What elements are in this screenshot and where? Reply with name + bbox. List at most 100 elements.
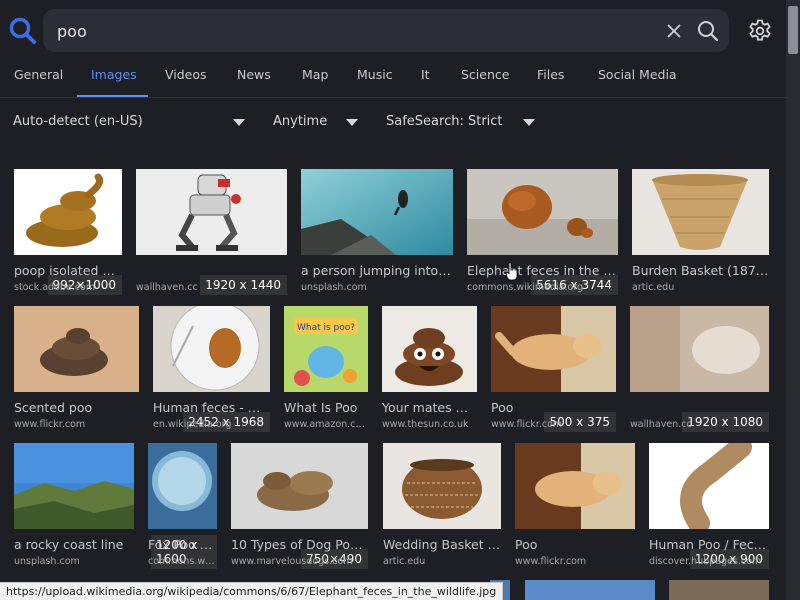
basket-image (632, 169, 769, 255)
tab-files[interactable]: Files (537, 68, 564, 96)
cat-image (515, 443, 635, 529)
image-result[interactable]: 992×1000 poop isolated on… stock.adobe.c… (14, 169, 122, 295)
tab-map[interactable]: Map (302, 68, 328, 96)
partial-thumbnail[interactable] (525, 580, 655, 600)
result-thumbnail[interactable] (231, 443, 368, 529)
result-thumbnail[interactable] (136, 169, 287, 255)
result-thumbnail[interactable] (515, 443, 635, 529)
cat-image (491, 306, 616, 392)
hand-cursor-icon (505, 262, 518, 281)
time-range-select[interactable]: Anytime (273, 114, 327, 132)
image-result[interactable]: 1920 x 1440 wallhaven.cc (136, 169, 287, 295)
result-title[interactable]: Burden Basket (1870… (632, 263, 769, 278)
search-icon[interactable] (695, 18, 721, 44)
image-result[interactable]: Scented poo www.flickr.com (14, 306, 139, 432)
result-title[interactable]: What Is Poo (284, 400, 368, 415)
result-source: commons.wikimedia.org (467, 282, 584, 293)
result-thumbnail[interactable] (14, 306, 139, 392)
result-thumbnail[interactable] (632, 169, 769, 255)
result-thumbnail[interactable] (153, 306, 270, 392)
result-title[interactable]: Human Poo / Fece… (649, 537, 769, 552)
result-thumbnail[interactable] (14, 443, 134, 529)
language-select[interactable]: Auto-detect (en-US) (13, 114, 143, 132)
result-thumbnail[interactable] (491, 306, 616, 392)
image-result[interactable]: 1920 x 1080 wallhaven.cc (630, 306, 769, 432)
human-poo-image (649, 443, 769, 529)
result-title[interactable]: a rocky coast line (14, 537, 134, 552)
result-thumbnail[interactable] (630, 306, 769, 392)
result-source: artic.edu (632, 282, 675, 293)
image-result[interactable]: 1200 x 1600 Fox Poo … commons.wik… (148, 443, 217, 569)
result-title[interactable]: Poo (515, 537, 635, 552)
tab-news[interactable]: News (237, 68, 271, 96)
book-cover-image: What is poo? (284, 306, 368, 392)
result-source: commons.wik… (148, 556, 217, 567)
chevron-down-icon[interactable] (233, 119, 245, 126)
partial-thumbnail[interactable] (669, 580, 769, 600)
tab-images[interactable]: Images (91, 68, 137, 96)
result-title[interactable]: 10 Types of Dog Poop… (231, 537, 368, 552)
result-thumbnail[interactable] (383, 443, 501, 529)
top-bar (0, 0, 786, 62)
chevron-down-icon[interactable] (346, 119, 358, 126)
gear-icon[interactable] (747, 18, 773, 44)
search-box (43, 9, 729, 52)
close-icon[interactable] (663, 20, 685, 42)
result-title[interactable]: Poo (491, 400, 616, 415)
result-thumbnail[interactable] (649, 443, 769, 529)
result-source: wallhaven.cc (136, 282, 198, 293)
result-title[interactable]: Fox Poo … (148, 537, 217, 552)
image-result[interactable]: Burden Basket (1870… artic.edu (632, 169, 769, 295)
result-title[interactable]: Elephant feces in the wil… (467, 263, 618, 278)
result-source: www.flickr.com (14, 419, 86, 430)
image-result[interactable]: Poo www.flickr.com (515, 443, 635, 569)
filter-bar: Auto-detect (en-US) Anytime SafeSearch: … (0, 108, 786, 138)
wedding-basket-image (383, 443, 501, 529)
image-result[interactable]: Wedding Basket (… artic.edu (383, 443, 501, 569)
result-thumbnail[interactable] (467, 169, 618, 255)
result-thumbnail[interactable]: What is poo? (284, 306, 368, 392)
image-result[interactable]: Your mates wi… www.thesun.co.uk (382, 306, 477, 432)
result-thumbnail[interactable] (382, 306, 477, 392)
dog-poop-image (231, 443, 368, 529)
tab-social-media[interactable]: Social Media (598, 68, 677, 96)
elephant-feces-image (467, 169, 618, 255)
robot-image (136, 169, 287, 255)
chevron-down-icon[interactable] (523, 119, 535, 126)
result-title[interactable]: Human feces - Wi… (153, 400, 270, 415)
vertical-scrollbar[interactable] (786, 0, 800, 600)
image-result[interactable]: 1200 x 900 Human Poo / Fece… discover.hu… (649, 443, 769, 569)
result-title[interactable]: Your mates wi… (382, 400, 477, 415)
rocky-coast-image (14, 443, 134, 529)
image-result[interactable]: 500 x 375 Poo www.flickr.com (491, 306, 616, 432)
image-result[interactable]: 5616 x 3744 Elephant feces in the wil… c… (467, 169, 618, 295)
image-result[interactable]: 2452 x 1968 Human feces - Wi… en.wikiped… (153, 306, 270, 432)
image-result[interactable]: a rocky coast line unsplash.com (14, 443, 134, 569)
scrollbar-thumb[interactable] (788, 6, 798, 54)
result-title[interactable]: a person jumping into a… (301, 263, 453, 278)
result-source: www.flickr.com (515, 556, 587, 567)
image-result[interactable]: a person jumping into a… unsplash.com (301, 169, 453, 295)
safesearch-select[interactable]: SafeSearch: Strict (386, 114, 503, 132)
tab-videos[interactable]: Videos (165, 68, 207, 96)
tab-music[interactable]: Music (357, 68, 393, 96)
tab-science[interactable]: Science (461, 68, 509, 96)
result-thumbnail[interactable] (301, 169, 453, 255)
image-result[interactable]: 750×490 10 Types of Dog Poop… www.marvel… (231, 443, 368, 569)
result-source: unsplash.com (301, 282, 367, 293)
result-title[interactable]: poop isolated on… (14, 263, 122, 278)
tab-it[interactable]: It (421, 68, 430, 96)
result-title[interactable]: Wedding Basket (… (383, 537, 501, 552)
result-title[interactable]: Scented poo (14, 400, 139, 415)
result-source: en.wikipedia.org (153, 419, 232, 430)
result-source: www.flickr.com (491, 419, 563, 430)
fox-poo-jar-image (148, 443, 217, 529)
tab-general[interactable]: General (14, 68, 63, 96)
searxng-logo-icon[interactable] (8, 16, 38, 46)
status-bar-url: https://upload.wikimedia.org/wikipedia/c… (0, 582, 504, 600)
image-result[interactable]: What is poo? What Is Poo www.amazon.c… (284, 306, 368, 432)
scented-poo-image (14, 306, 139, 392)
result-thumbnail[interactable] (148, 443, 217, 529)
search-input[interactable] (57, 20, 617, 42)
result-thumbnail[interactable] (14, 169, 122, 255)
